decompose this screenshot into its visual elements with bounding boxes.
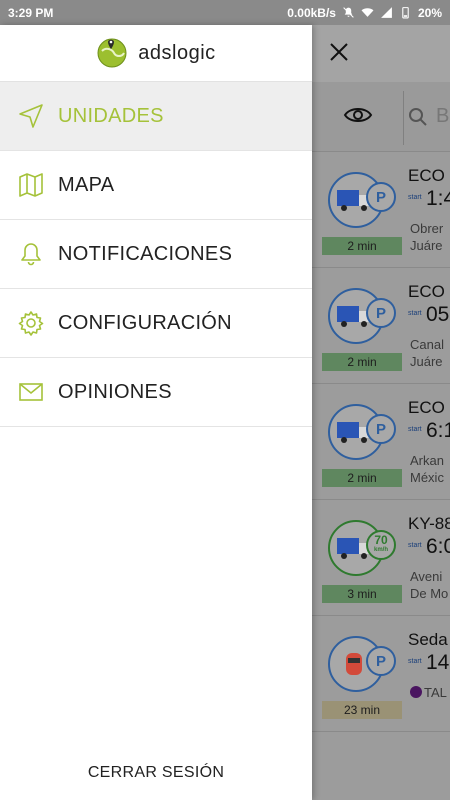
unit-address: TAL: [410, 684, 447, 701]
search-input[interactable]: B: [408, 105, 449, 128]
start-label: start: [408, 658, 422, 665]
minutes-label: 2 min: [322, 237, 402, 255]
unit-time: 1:4: [426, 187, 450, 210]
brand-name: adslogic: [138, 41, 216, 64]
signal-icon: [381, 7, 392, 18]
vehicle-status-circle: P: [328, 404, 396, 460]
parked-badge: P: [366, 414, 396, 444]
menu-item-label: CONFIGURACIÓN: [58, 311, 232, 334]
unit-name: ECO 1: [408, 282, 450, 301]
menu-item-configuracion[interactable]: CONFIGURACIÓN: [0, 289, 312, 358]
logout-button[interactable]: CERRAR SESIÓN: [0, 764, 312, 782]
search-icon: [409, 107, 427, 126]
menu-item-unidades[interactable]: UNIDADES: [0, 82, 312, 151]
battery-icon: [402, 7, 409, 19]
unit-time: 6:1: [426, 419, 450, 442]
group-color-dot: [410, 686, 422, 698]
status-time: 3:29 PM: [8, 5, 54, 20]
unit-name: ECO 9: [408, 398, 450, 417]
envelope-icon: [18, 379, 44, 405]
navigation-arrow-icon: [18, 103, 44, 129]
menu-item-label: MAPA: [58, 173, 115, 196]
vehicle-status-circle: P: [328, 288, 396, 344]
parked-badge: P: [366, 182, 396, 212]
list-item[interactable]: P 23 min Seda start 14 TAL: [312, 616, 450, 732]
minutes-label: 3 min: [322, 585, 402, 603]
unit-name: Seda: [408, 630, 448, 649]
menu-item-notificaciones[interactable]: NOTIFICACIONES: [0, 220, 312, 289]
unit-address: Obrer Juáre: [410, 221, 444, 253]
start-label: start: [408, 194, 422, 201]
menu-item-mapa[interactable]: MAPA: [0, 151, 312, 220]
speed-badge: 70 km/h: [366, 530, 396, 560]
unit-address: Aveni De Mo: [410, 569, 449, 601]
parked-badge: P: [366, 646, 396, 676]
battery-level: 20%: [417, 5, 442, 20]
start-label: start: [408, 310, 422, 317]
vehicle-status-circle: P: [328, 172, 396, 228]
unit-name: ECO 1: [408, 166, 450, 185]
unit-time: 05: [426, 303, 450, 326]
network-speed: 0.00kB/s: [287, 5, 336, 20]
minutes-label: 23 min: [322, 701, 402, 719]
start-label: start: [408, 426, 422, 433]
bell-icon: [18, 241, 44, 267]
close-icon[interactable]: [328, 41, 350, 63]
unit-time: 14: [426, 651, 450, 674]
search-placeholder: B: [436, 105, 450, 127]
menu-item-opiniones[interactable]: OPINIONES: [0, 358, 312, 427]
vehicle-status-circle: P: [328, 636, 396, 692]
minutes-label: 2 min: [322, 469, 402, 487]
list-item[interactable]: P 2 min ECO 1 start 1:4 ObrerJuáre: [312, 152, 450, 268]
list-item[interactable]: P 2 min ECO 9 start 6:1 ArkanMéxic: [312, 384, 450, 500]
adslogic-logo-icon: [97, 38, 127, 68]
list-item[interactable]: P 2 min ECO 1 start 05 CanalJuáre: [312, 268, 450, 384]
start-label: start: [408, 542, 422, 549]
list-item[interactable]: 70 km/h 3 min KY-88 start 6:0 Aveni De Mo: [312, 500, 450, 616]
map-icon: [18, 172, 44, 198]
parked-badge: P: [366, 298, 396, 328]
unit-address: Arkan Méxic: [410, 453, 444, 485]
menu-item-label: UNIDADES: [58, 104, 164, 127]
menu-item-label: NOTIFICACIONES: [58, 242, 233, 265]
drawer-header: adslogic: [0, 25, 312, 82]
units-list: P 2 min ECO 1 start 1:4 ObrerJuáre P 2 m…: [312, 152, 450, 732]
minutes-label: 2 min: [322, 353, 402, 371]
navigation-drawer: adslogic UNIDADES MAPA NOTIFICACIONES CO…: [0, 25, 312, 800]
menu-item-label: OPINIONES: [58, 380, 172, 403]
unit-time: 6:0: [426, 535, 450, 558]
wifi-icon: [361, 8, 374, 17]
unit-name: KY-88: [408, 514, 450, 533]
divider: [403, 91, 404, 145]
gear-icon: [18, 310, 44, 336]
vehicle-status-circle: 70 km/h: [328, 520, 396, 576]
status-bar: 3:29 PM 0.00kB/s 20%: [0, 0, 450, 25]
mute-icon: [343, 7, 354, 18]
status-icons: 0.00kB/s 20%: [287, 6, 442, 20]
unit-address: Canal Juáre: [410, 337, 444, 369]
eye-icon[interactable]: [343, 104, 373, 126]
